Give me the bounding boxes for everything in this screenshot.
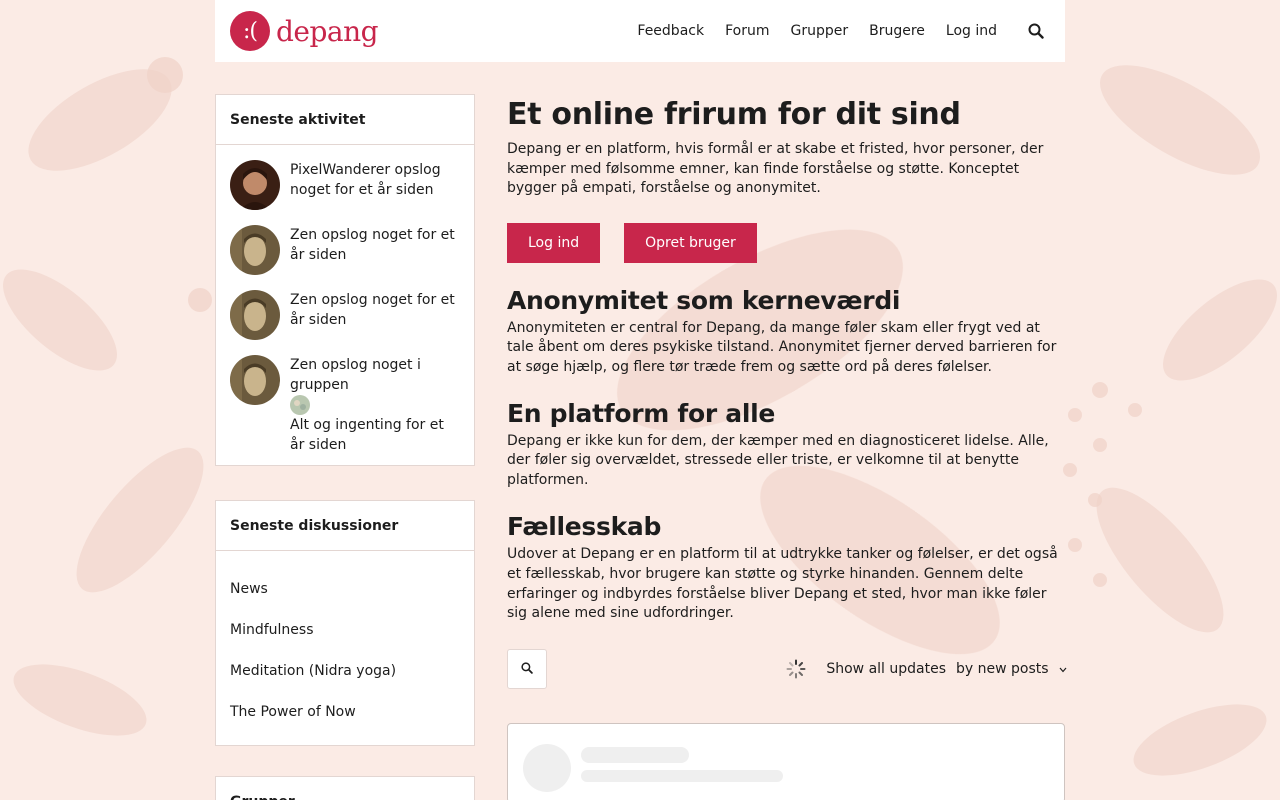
groups-title: Grupper (216, 777, 474, 800)
activity-item[interactable]: Zen opslog noget i gruppen Alt og ingent… (230, 355, 460, 455)
feed-filters: Show all updates by new posts (786, 659, 1067, 679)
skeleton-avatar (523, 743, 571, 792)
nav-login[interactable]: Log ind (946, 23, 997, 39)
login-button[interactable]: Log ind (507, 222, 601, 263)
activity-text: Zen opslog noget i gruppen Alt og ingent… (290, 355, 460, 455)
group-thumbnail[interactable] (290, 395, 310, 415)
skeleton-line (581, 769, 783, 782)
section-text: Udover at Depang er en platform til at u… (507, 546, 1058, 622)
show-updates-filter[interactable]: Show all updates (826, 661, 946, 677)
logo[interactable]: :( depang (230, 11, 379, 51)
activity-text: Zen opslog noget for et år siden (290, 227, 455, 263)
activity-text: PixelWanderer opslog noget for et år sid… (290, 162, 441, 198)
auth-buttons: Log ind Opret bruger (507, 222, 1067, 263)
activity-text-line: Zen opslog noget i gruppen (290, 357, 421, 393)
discussion-item[interactable]: Meditation (Nidra yoga) (230, 653, 460, 694)
feed-post-skeleton (507, 722, 1065, 800)
groups-card: Grupper (215, 776, 475, 800)
intro-text: Depang er en platform, hvis formål er at… (507, 141, 1044, 197)
sort-label: by new posts (956, 660, 1049, 677)
discussion-item[interactable]: Mindfulness (230, 612, 460, 653)
section-heading: Anonymitet som kerneværdi (507, 285, 901, 315)
activity-item[interactable]: Zen opslog noget for et år siden (230, 225, 460, 275)
activity-item[interactable]: Zen opslog noget for et år siden (230, 290, 460, 340)
group-link[interactable]: Alt og ingenting for et år siden (290, 417, 444, 453)
site-header: :( depang Feedback Forum Grupper Brugere… (215, 0, 1065, 62)
discussions-card: Seneste diskussioner News Mindfulness Me… (215, 500, 475, 746)
page-title: Et online frirum for dit sind (507, 97, 961, 132)
feed-toolbar: Show all updates by new posts (507, 648, 1067, 689)
main-nav: Feedback Forum Grupper Brugere Log ind (616, 22, 1045, 40)
feed-search-button[interactable] (507, 648, 547, 689)
sort-dropdown[interactable]: by new posts (956, 661, 1067, 677)
activity-list: PixelWanderer opslog noget for et år sid… (216, 145, 474, 465)
discussions-list: News Mindfulness Meditation (Nidra yoga)… (216, 551, 474, 745)
discussions-title: Seneste diskussioner (216, 501, 474, 551)
activity-card: Seneste aktivitet PixelWanderer opslog n… (215, 94, 475, 466)
person-avatar[interactable] (230, 160, 280, 210)
chevron-down-icon (1059, 665, 1067, 676)
buddha-avatar[interactable] (230, 225, 280, 275)
skeleton-line (581, 746, 689, 763)
main-content: Et online frirum for dit sind Depang er … (507, 96, 1067, 800)
section-text: Depang er ikke kun for dem, der kæmper m… (507, 432, 1049, 488)
discussion-item[interactable]: The Power of Now (230, 694, 460, 735)
nav-grupper[interactable]: Grupper (790, 23, 848, 39)
section-heading: Fællesskab (507, 512, 662, 542)
nav-feedback[interactable]: Feedback (637, 23, 704, 39)
search-icon (521, 659, 533, 678)
discussion-item[interactable]: News (230, 571, 460, 612)
activity-item[interactable]: PixelWanderer opslog noget for et år sid… (230, 160, 460, 210)
activity-text: Zen opslog noget for et år siden (290, 292, 455, 328)
nav-brugere[interactable]: Brugere (869, 23, 925, 39)
activity-title: Seneste aktivitet (216, 95, 474, 145)
search-icon[interactable] (1027, 22, 1045, 40)
nav-forum[interactable]: Forum (725, 23, 769, 39)
buddha-avatar[interactable] (230, 355, 280, 405)
logo-text: depang (276, 14, 379, 48)
signup-button[interactable]: Opret bruger (624, 222, 757, 263)
logo-mark: :( (230, 11, 270, 51)
section-text: Anonymiteten er central for Depang, da m… (507, 319, 1057, 375)
section-heading: En platform for alle (507, 398, 776, 428)
buddha-avatar[interactable] (230, 290, 280, 340)
loading-spinner-icon (786, 659, 806, 679)
